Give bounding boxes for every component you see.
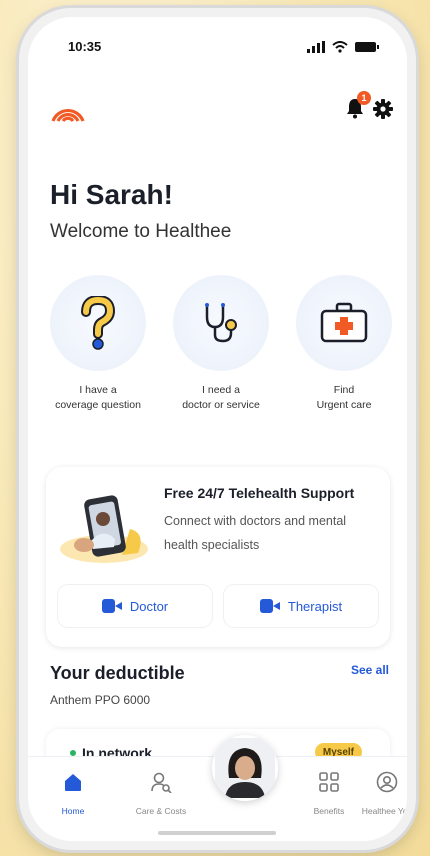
telehealth-card: Free 24/7 Telehealth Support Connect wit…: [46, 467, 390, 647]
coverage-question-label: I have a coverage question: [55, 384, 141, 411]
avatar-portrait-icon: [215, 738, 275, 798]
phone-frame: 10:35 1 Hi Sarah! Welcome to Healthee I …: [19, 8, 416, 850]
signal-icon: [307, 41, 325, 53]
greeting-title: Hi Sarah!: [50, 179, 173, 210]
benefits-grid-icon: [319, 772, 339, 792]
stethoscope-icon: [205, 303, 237, 343]
telehealth-subtitle: Connect with doctors and mental health s…: [164, 514, 347, 552]
doctor-video-button[interactable]: Doctor: [58, 585, 212, 627]
question-circle: [50, 275, 146, 371]
deductible-title: Your deductible: [50, 663, 185, 683]
first-aid-circle: [296, 275, 392, 371]
status-bar: 10:35: [28, 39, 407, 59]
home-icon: [65, 774, 81, 791]
therapist-video-button[interactable]: Therapist: [224, 585, 378, 627]
app-screen: 10:35 1 Hi Sarah! Welcome to Healthee I …: [28, 17, 407, 841]
settings-button[interactable]: [373, 99, 393, 124]
coverage-question-button[interactable]: I have a coverage question: [38, 275, 158, 413]
first-aid-kit-icon: [320, 302, 368, 343]
profile-icon: [376, 771, 398, 793]
question-mark-icon: [81, 296, 116, 350]
bottom-tab-bar: Home Care & Costs Benefits Healthee Yo: [28, 735, 407, 841]
tab-care-costs[interactable]: Care & Costs: [126, 771, 196, 816]
top-bar: 1: [28, 91, 407, 127]
stethoscope-circle: [173, 275, 269, 371]
wifi-icon: [332, 41, 348, 53]
see-all-link[interactable]: See all: [351, 663, 389, 677]
urgent-care-button[interactable]: Find Urgent care: [284, 275, 404, 413]
notifications-button[interactable]: 1: [345, 91, 371, 124]
care-costs-icon: [151, 772, 172, 794]
tab-healthee-you[interactable]: Healthee You: [352, 771, 407, 816]
tab-care-costs-label: Care & Costs: [135, 806, 187, 816]
video-camera-icon: [101, 599, 122, 613]
notification-badge: 1: [357, 91, 371, 105]
status-icons: [307, 41, 379, 53]
therapist-button-label: Therapist: [287, 598, 343, 614]
tab-home[interactable]: Home: [38, 771, 108, 816]
home-indicator: [158, 831, 276, 835]
tab-healthee-you-label: Healthee You: [361, 806, 407, 816]
gear-icon: [373, 99, 393, 119]
urgent-care-label: Find Urgent care: [316, 384, 372, 411]
greeting-subtitle: Welcome to Healthee: [50, 221, 232, 242]
find-doctor-button[interactable]: I need a doctor or service: [161, 275, 281, 413]
quick-actions: I have a coverage question I need a doctor…: [36, 275, 399, 435]
plan-name: Anthem PPO 6000: [50, 693, 151, 707]
network-dot-icon: [70, 750, 76, 756]
tab-home-label: Home: [61, 806, 85, 816]
find-doctor-label: I need a doctor or service: [182, 384, 260, 411]
video-camera-icon: [259, 599, 280, 613]
telehealth-title: Free 24/7 Telehealth Support: [164, 485, 355, 501]
doctor-button-label: Doctor: [129, 598, 169, 614]
status-time: 10:35: [68, 39, 102, 54]
battery-icon: [355, 42, 379, 52]
healthee-logo-icon: [51, 108, 85, 123]
telehealth-phone-illustration: [60, 495, 148, 563]
assistant-avatar-button[interactable]: [212, 735, 278, 801]
